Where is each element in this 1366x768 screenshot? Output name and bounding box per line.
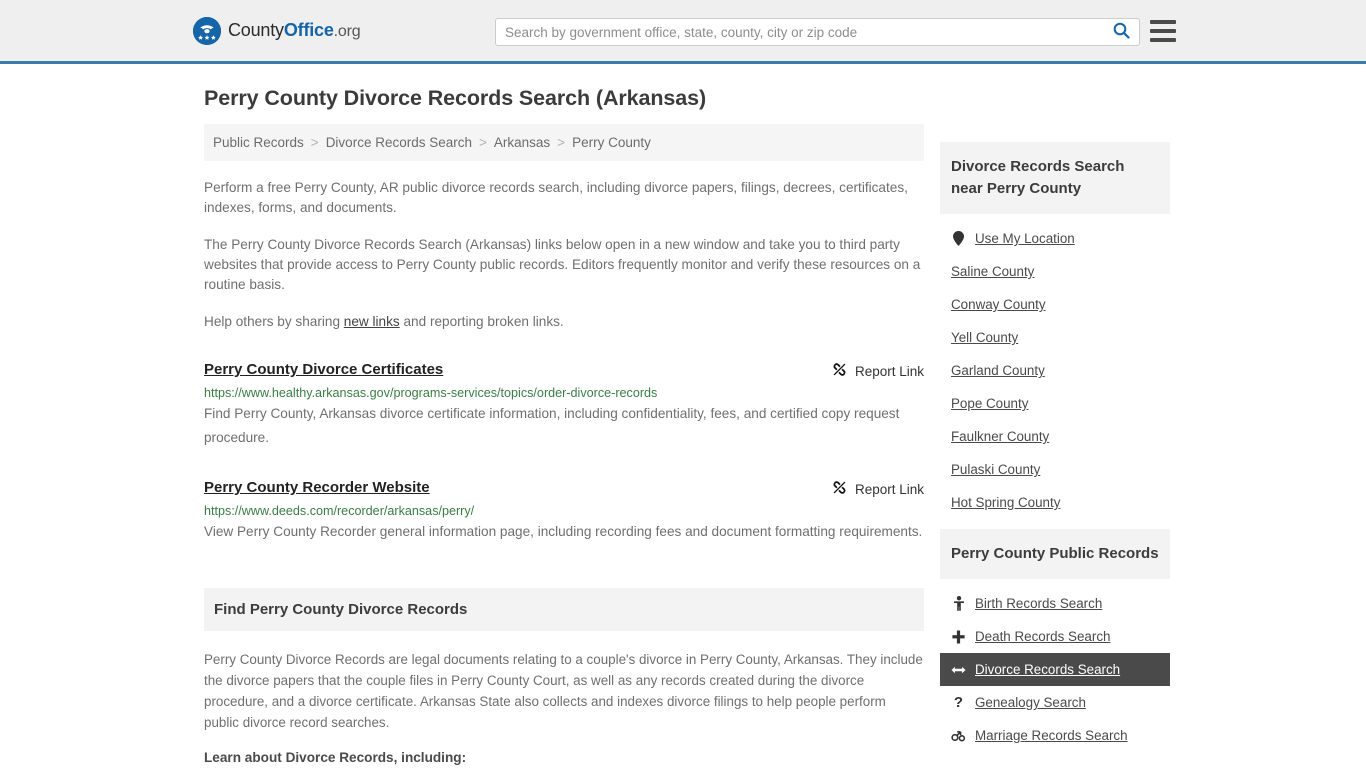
result-item: Perry County Divorce Certificates Report… — [204, 361, 924, 450]
sidebar-item-label[interactable]: Birth Records Search — [975, 596, 1102, 611]
sidebar-item-label[interactable]: Death Records Search — [975, 629, 1110, 644]
search-icon — [1113, 22, 1130, 42]
page-container: Perry County Divorce Records Search (Ark… — [0, 86, 1366, 768]
broken-link-icon — [832, 480, 847, 498]
sidebar-item-label[interactable]: Marriage Records Search — [975, 728, 1128, 743]
search-input[interactable] — [496, 19, 1103, 45]
find-section-body: Perry County Divorce Records are legal d… — [204, 649, 924, 768]
result-url: https://www.deeds.com/recorder/arkansas/… — [204, 504, 475, 518]
sidebar-item-label[interactable]: Yell County — [951, 330, 1018, 345]
question-mark-icon: ? — [953, 694, 964, 711]
sidebar-item-label[interactable]: Pulaski County — [951, 462, 1040, 477]
logo-text-tld: .org — [333, 23, 361, 40]
intro-paragraph-1: Perform a free Perry County, AR public d… — [204, 180, 908, 215]
sidebar-item-label[interactable]: Faulkner County — [951, 429, 1049, 444]
breadcrumb-separator: > — [557, 135, 566, 150]
breadcrumb-item-divorce-records-search[interactable]: Divorce Records Search — [326, 135, 472, 150]
logo-text-office: Office — [283, 20, 334, 40]
report-link-button[interactable]: Report Link — [832, 479, 924, 498]
sidebar-public-records-title: Perry County Public Records — [940, 529, 1170, 579]
intro-paragraph-3: Help others by sharing new links and rep… — [204, 312, 924, 332]
sidebar-item-divorce-records-search[interactable]: Divorce Records Search — [940, 653, 1170, 686]
sidebar-item-death-records-search[interactable]: Death Records Search — [940, 620, 1170, 653]
sidebar-item-label[interactable]: Conway County — [951, 297, 1046, 312]
sidebar-item-marriage-records-search[interactable]: Marriage Records Search — [940, 719, 1170, 752]
sidebar-item-saline-county[interactable]: Saline County — [940, 255, 1170, 288]
result-title-link[interactable]: Perry County Divorce Certificates — [204, 361, 443, 378]
male-female-icon — [951, 729, 966, 743]
new-links-link[interactable]: new links — [344, 314, 400, 329]
result-header: Perry County Divorce Certificates Report… — [204, 361, 924, 380]
sidebar-item-birth-records-search[interactable]: Birth Records Search — [940, 587, 1170, 620]
result-description: Find Perry County, Arkansas divorce cert… — [204, 406, 900, 445]
sidebar-public-records-box: Perry County Public Records Birth Record… — [940, 529, 1170, 752]
sidebar-nearby-title: Divorce Records Search near Perry County — [940, 142, 1170, 214]
site-logo-text: CountyOffice.org — [228, 20, 361, 41]
search-button[interactable] — [1103, 19, 1139, 45]
sidebar-item-label[interactable]: Saline County — [951, 264, 1034, 279]
sidebar-item-genealogy-search[interactable]: ? Genealogy Search — [940, 686, 1170, 719]
breadcrumb: Public Records > Divorce Records Search … — [204, 124, 924, 161]
left-right-arrow-icon — [951, 664, 966, 676]
page-title: Perry County Divorce Records Search (Ark… — [204, 86, 707, 110]
learn-about-heading: Learn about Divorce Records, including: — [204, 750, 467, 765]
hamburger-menu-icon[interactable] — [1150, 20, 1176, 42]
map-pin-icon — [951, 231, 966, 246]
search-bar[interactable] — [495, 18, 1140, 46]
sidebar-item-label[interactable]: Pope County — [951, 396, 1028, 411]
broken-link-icon — [832, 362, 847, 380]
result-title-link[interactable]: Perry County Recorder Website — [204, 479, 430, 496]
sidebar-item-faulkner-county[interactable]: Faulkner County — [940, 420, 1170, 453]
eagle-seal-icon — [193, 16, 221, 45]
hamburger-bar — [1150, 38, 1176, 42]
cross-icon — [951, 630, 966, 644]
sidebar-item-label[interactable]: Divorce Records Search — [975, 662, 1120, 677]
sidebar-item-conway-county[interactable]: Conway County — [940, 288, 1170, 321]
sidebar-item-use-my-location[interactable]: Use My Location — [940, 222, 1170, 255]
find-section-heading: Find Perry County Divorce Records — [204, 588, 924, 631]
logo-text-county: County — [228, 20, 284, 40]
report-link-button[interactable]: Report Link — [832, 361, 924, 380]
sidebar-item-label[interactable]: Hot Spring County — [951, 495, 1060, 510]
sidebar: Divorce Records Search near Perry County… — [940, 124, 1170, 762]
sidebar-item-garland-county[interactable]: Garland County — [940, 354, 1170, 387]
sidebar-nearby-list: Use My Location Saline County Conway Cou… — [940, 214, 1170, 519]
main-content: Public Records > Divorce Records Search … — [204, 124, 924, 768]
breadcrumb-item-perry-county[interactable]: Perry County — [572, 135, 651, 150]
result-item: Perry County Recorder Website Report Lin… — [204, 479, 924, 544]
hamburger-bar — [1150, 29, 1176, 33]
result-header: Perry County Recorder Website Report Lin… — [204, 479, 924, 498]
sidebar-item-pulaski-county[interactable]: Pulaski County — [940, 453, 1170, 486]
breadcrumb-item-arkansas[interactable]: Arkansas — [494, 135, 550, 150]
sidebar-item-pope-county[interactable]: Pope County — [940, 387, 1170, 420]
sidebar-nearby-box: Divorce Records Search near Perry County… — [940, 142, 1170, 519]
site-header: CountyOffice.org — [0, 0, 1366, 64]
sidebar-item-label[interactable]: Genealogy Search — [975, 695, 1086, 710]
sidebar-item-label[interactable]: Use My Location — [975, 231, 1075, 246]
report-link-label: Report Link — [854, 481, 924, 497]
intro-paragraph-2: The Perry County Divorce Records Search … — [204, 237, 921, 292]
sidebar-item-label[interactable]: Garland County — [951, 363, 1045, 378]
sidebar-public-records-list: Birth Records Search Death Records Searc… — [940, 579, 1170, 752]
content-columns: Public Records > Divorce Records Search … — [204, 124, 1173, 768]
breadcrumb-separator: > — [479, 135, 487, 150]
hamburger-bar — [1150, 20, 1176, 24]
site-logo-link[interactable]: CountyOffice.org — [193, 16, 361, 45]
sidebar-item-hot-spring-county[interactable]: Hot Spring County — [940, 486, 1170, 519]
breadcrumb-separator: > — [310, 135, 319, 150]
sidebar-item-yell-county[interactable]: Yell County — [940, 321, 1170, 354]
find-section-paragraph: Perry County Divorce Records are legal d… — [204, 652, 923, 730]
baby-icon — [951, 596, 966, 611]
result-url: https://www.healthy.arkansas.gov/program… — [204, 386, 658, 400]
result-description: View Perry County Recorder general infor… — [204, 524, 923, 539]
report-link-label: Report Link — [854, 363, 924, 379]
share-text-after: and reporting broken links. — [399, 314, 564, 329]
breadcrumb-item-public-records[interactable]: Public Records — [213, 135, 304, 150]
share-text-before: Help others by sharing — [204, 314, 344, 329]
